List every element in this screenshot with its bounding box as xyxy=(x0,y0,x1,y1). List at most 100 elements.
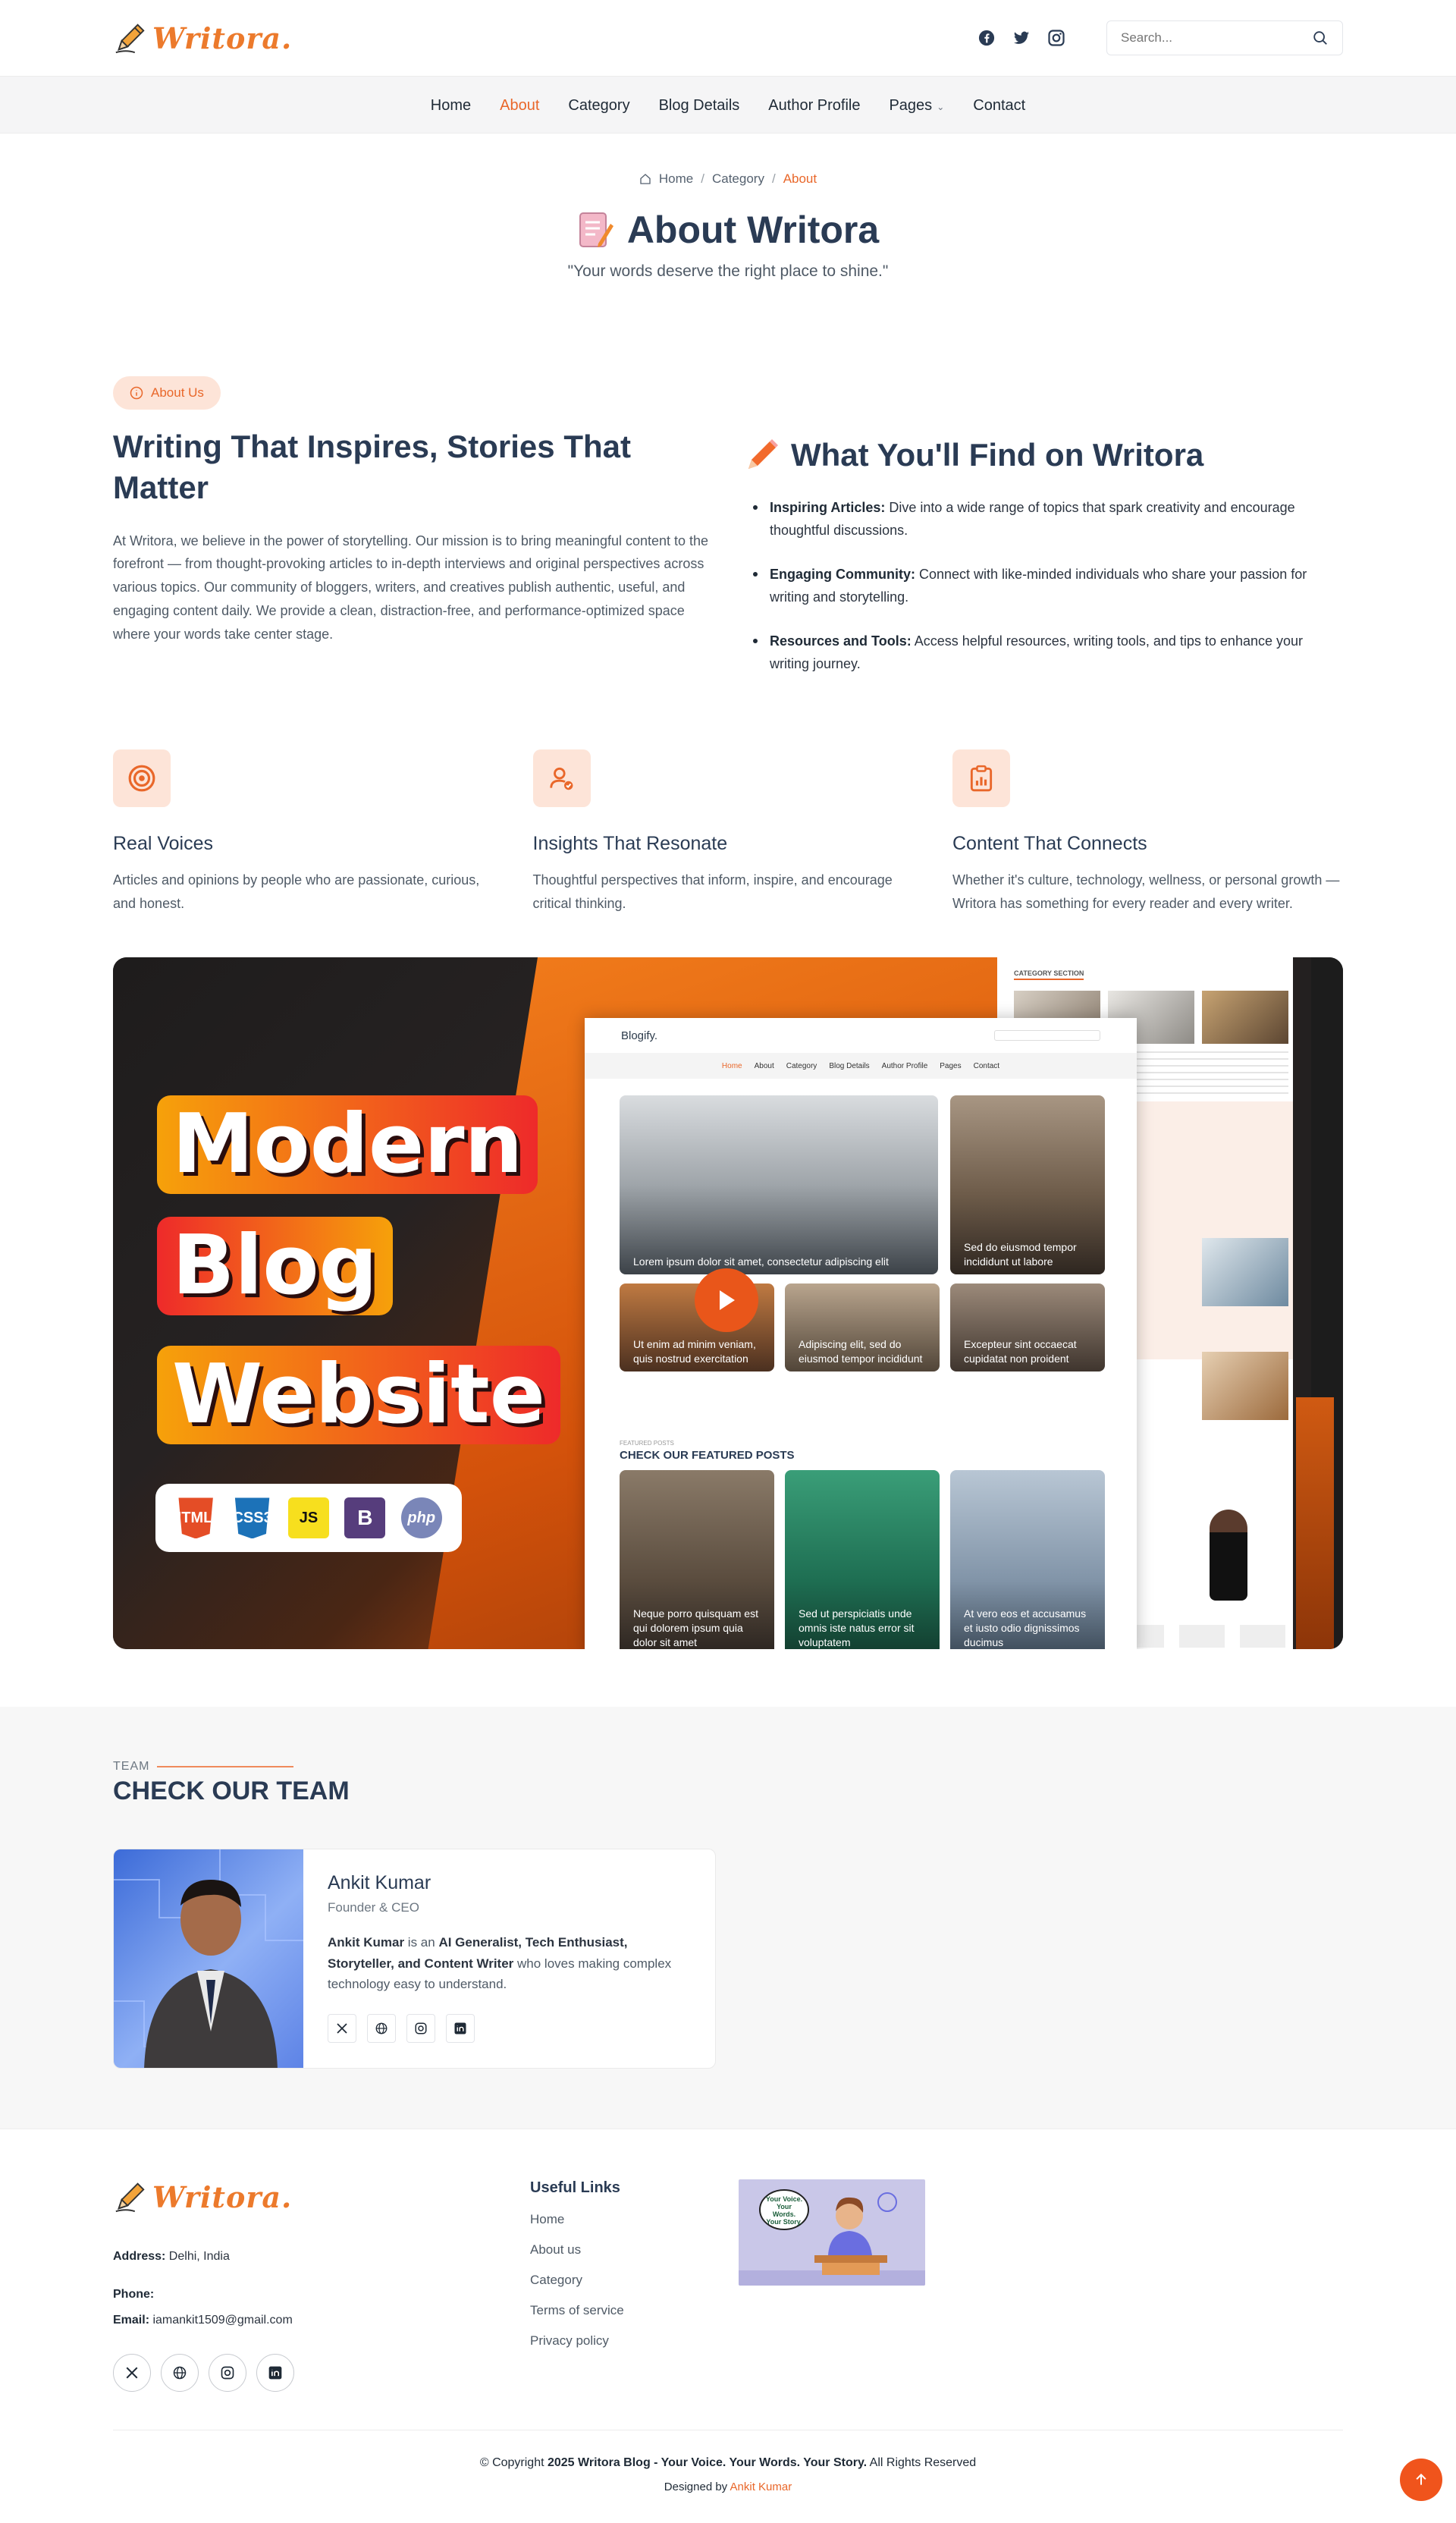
copyright-text: © Copyright 2025 Writora Blog - Your Voi… xyxy=(113,2456,1343,2470)
footer-logo[interactable]: Writora. xyxy=(113,2179,530,2214)
globe-icon[interactable] xyxy=(161,2354,199,2393)
info-icon xyxy=(130,386,143,400)
search-input[interactable] xyxy=(1121,30,1303,46)
pencil-logo-icon xyxy=(115,2182,145,2213)
footer-email: Email: iamankit1509@gmail.com xyxy=(113,2311,530,2330)
find-item-title: Inspiring Articles: xyxy=(770,500,886,515)
mock-featured-tile: Sed ut perspiciatis unde omnis iste natu… xyxy=(785,1470,940,1650)
mock-homepage: Blogify. Home About Category Blog Detail… xyxy=(585,1018,1137,1650)
find-item-title: Resources and Tools: xyxy=(770,633,912,649)
video-banner-section: CATEGORY SECTION Modern Blog Website HTM… xyxy=(113,957,1343,1650)
feature-title: Content That Connects xyxy=(952,833,1147,855)
mock-nav-item: Home xyxy=(721,1061,742,1070)
nav-item-home[interactable]: Home xyxy=(431,97,471,115)
mock-post-tile: Adipiscing elit, sed do eiusmod tempor i… xyxy=(785,1283,940,1372)
banner-orange-accent xyxy=(1296,1397,1334,1650)
linkedin-icon[interactable] xyxy=(446,2014,475,2044)
mock-nav-item: Pages xyxy=(940,1061,962,1070)
twitter-icon[interactable] xyxy=(1012,29,1031,47)
mock-post-tile: Lorem ipsum dolor sit amet, consectetur … xyxy=(620,1095,938,1275)
useful-links-heading: Useful Links xyxy=(530,2179,620,2197)
scroll-to-top-button[interactable] xyxy=(1400,2459,1442,2502)
feature-text: Thoughtful perspectives that inform, ins… xyxy=(532,872,893,911)
footer-contact: Address: Delhi, India Phone: Email: iama… xyxy=(113,2248,530,2330)
arrow-up-icon xyxy=(1416,2474,1426,2486)
mock-thumb xyxy=(1202,1352,1288,1421)
member-social-links xyxy=(328,2014,691,2044)
play-icon xyxy=(720,1290,735,1311)
breadcrumb-category[interactable]: Category xyxy=(712,171,764,187)
nav-item-category[interactable]: Category xyxy=(568,97,629,115)
instagram-icon[interactable] xyxy=(406,2014,435,2044)
mock-header: Blogify. xyxy=(585,1018,1137,1053)
tech-badges: HTML5 CSS3 JS B php xyxy=(155,1484,462,1553)
nav-item-about[interactable]: About xyxy=(500,97,539,115)
instagram-icon[interactable] xyxy=(209,2354,246,2393)
play-button[interactable] xyxy=(695,1268,758,1333)
footer-link-privacy[interactable]: Privacy policy xyxy=(530,2333,739,2349)
mock-nav-item: Blog Details xyxy=(829,1061,870,1070)
site-logo[interactable]: Writora. xyxy=(113,20,292,55)
team-label: TEAM xyxy=(113,1760,1343,1774)
footer-link-terms[interactable]: Terms of service xyxy=(530,2303,739,2318)
avatar xyxy=(114,1849,303,2069)
breadcrumb-home[interactable]: Home xyxy=(659,171,693,187)
list-item: Engaging Community: Connect with like-mi… xyxy=(744,563,1343,608)
instagram-icon[interactable] xyxy=(1047,29,1065,47)
mock-nav: Home About Category Blog Details Author … xyxy=(585,1053,1137,1079)
logo-text: Writora. xyxy=(152,20,293,55)
designer-link[interactable]: Ankit Kumar xyxy=(730,2481,792,2493)
email-label: Email: xyxy=(113,2314,150,2327)
feature-card: Real Voices Articles and opinions by peo… xyxy=(113,749,504,915)
nav-item-pages[interactable]: Pages ⌄ xyxy=(889,97,944,115)
mock-person xyxy=(1210,1510,1247,1601)
team-section: TEAM CHECK OUR TEAM Ankit Kumar Founder … xyxy=(0,1707,1456,2129)
mock-post-tile: Sed do eiusmod tempor incididunt ut labo… xyxy=(950,1095,1105,1275)
linkedin-icon[interactable] xyxy=(256,2354,294,2393)
mock-search xyxy=(994,1030,1100,1042)
member-bio-name: Ankit Kumar xyxy=(328,1935,405,1950)
about-section: About Us Writing That Inspires, Stories … xyxy=(113,376,1343,696)
member-role: Founder & CEO xyxy=(328,1900,419,1915)
features-section: Real Voices Articles and opinions by peo… xyxy=(113,749,1343,915)
footer-link-home[interactable]: Home xyxy=(530,2212,739,2227)
feature-card: Content That Connects Whether it's cultu… xyxy=(952,749,1343,915)
about-pill-label: About Us xyxy=(151,385,204,400)
team-heading: CHECK OUR TEAM xyxy=(113,1777,350,1806)
globe-icon[interactable] xyxy=(367,2014,396,2044)
member-bio: Ankit Kumar is an AI Generalist, Tech En… xyxy=(328,1932,691,1994)
nav-item-pages-label: Pages xyxy=(889,96,933,114)
bootstrap-icon: B xyxy=(344,1497,386,1539)
facebook-icon[interactable] xyxy=(977,29,996,47)
css3-icon: CSS3 xyxy=(234,1497,270,1539)
footer-link-category[interactable]: Category xyxy=(530,2273,739,2288)
nav-item-author-profile[interactable]: Author Profile xyxy=(768,97,860,115)
site-footer: Writora. Address: Delhi, India Phone: Em… xyxy=(0,2129,1456,2516)
member-name: Ankit Kumar xyxy=(328,1872,431,1894)
x-twitter-icon[interactable] xyxy=(328,2014,356,2044)
about-body: At Writora, we believe in the power of s… xyxy=(113,533,709,643)
nav-item-blog-details[interactable]: Blog Details xyxy=(659,97,740,115)
designed-by-label: Designed by xyxy=(664,2481,730,2494)
banner-word-blog: Blog xyxy=(157,1217,393,1316)
mock-nav-item: About xyxy=(754,1061,774,1070)
banner-word-modern: Modern xyxy=(157,1095,538,1195)
about-heading: Writing That Inspires, Stories That Matt… xyxy=(113,429,631,505)
x-twitter-icon[interactable] xyxy=(113,2354,151,2393)
banner-word-website: Website xyxy=(157,1346,561,1445)
php-icon: php xyxy=(400,1497,442,1539)
address-label: Address: xyxy=(113,2250,166,2264)
footer-link-about[interactable]: About us xyxy=(530,2242,739,2258)
breadcrumb-current: About xyxy=(783,171,817,186)
find-heading-text: What You'll Find on Writora xyxy=(791,437,1204,473)
find-item-title: Engaging Community: xyxy=(770,567,915,583)
list-item: Inspiring Articles: Dive into a wide ran… xyxy=(744,496,1343,542)
email-value[interactable]: iamankit1509@gmail.com xyxy=(149,2314,292,2327)
logo-text: Writora. xyxy=(152,2179,293,2214)
nav-item-contact[interactable]: Contact xyxy=(973,97,1025,115)
mock-featured-tile: Neque porro quisquam est qui dolorem ips… xyxy=(620,1470,774,1650)
main-nav: Home About Category Blog Details Author … xyxy=(0,76,1456,134)
search-icon[interactable] xyxy=(1312,30,1329,46)
page-title-text: About Writora xyxy=(626,209,880,251)
video-banner[interactable]: CATEGORY SECTION Modern Blog Website HTM… xyxy=(113,957,1343,1650)
